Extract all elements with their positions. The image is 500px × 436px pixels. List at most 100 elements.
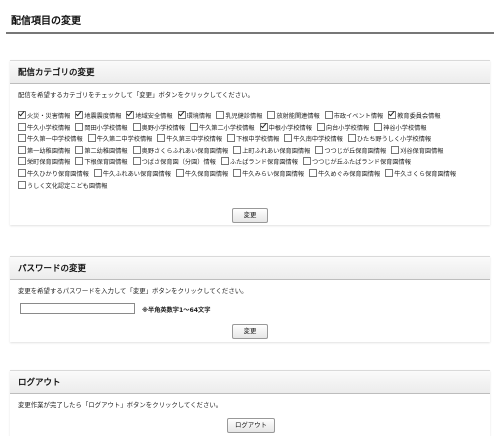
checkbox[interactable] bbox=[18, 111, 26, 119]
category-checkbox-item[interactable]: 環境情報 bbox=[177, 111, 211, 123]
category-section-header: 配信カテゴリの変更 bbox=[10, 60, 490, 84]
checkbox[interactable] bbox=[93, 168, 102, 177]
category-checkbox-item[interactable]: 向台小学校情報 bbox=[316, 122, 369, 135]
checkbox[interactable] bbox=[18, 168, 26, 177]
checkbox[interactable] bbox=[75, 157, 84, 166]
checkbox-label: 牛久第二中学校情報 bbox=[96, 136, 153, 144]
checkbox-label: 牛久さくら保育園情報 bbox=[394, 170, 457, 178]
category-checkbox-item[interactable]: 火災・災害情報 bbox=[18, 111, 70, 123]
checkbox[interactable] bbox=[177, 111, 186, 119]
checkbox[interactable] bbox=[132, 122, 141, 131]
checkbox[interactable] bbox=[347, 134, 356, 143]
checkbox-label: 地域安全情報 bbox=[135, 113, 173, 120]
category-checkbox-item[interactable]: 放射能関連情報 bbox=[267, 111, 320, 123]
category-checkbox-item[interactable]: ふたばランド保育園情報 bbox=[220, 157, 298, 169]
checkbox[interactable] bbox=[87, 134, 96, 143]
checkbox[interactable] bbox=[132, 145, 141, 154]
checkbox[interactable] bbox=[220, 157, 229, 166]
category-checkbox-item[interactable]: 奥野小学校情報 bbox=[132, 122, 185, 135]
checkbox-label: 牛久保育園情報 bbox=[184, 170, 229, 178]
category-checkbox-item[interactable]: 乳児健診情報 bbox=[216, 111, 262, 123]
checkbox[interactable] bbox=[75, 122, 84, 131]
category-checkbox-item[interactable]: 第二幼稚園情報 bbox=[75, 145, 128, 158]
password-section-header: パスワードの変更 bbox=[10, 256, 490, 280]
category-description: 配信を希望するカテゴリをチェックして「変更」ボタンをクリックしてください。 bbox=[18, 91, 254, 99]
checkbox[interactable] bbox=[18, 122, 26, 131]
logout-section: ログアウト 変更作業が完了したら「ログアウト」ボタンをクリックしてください。 ロ… bbox=[10, 370, 490, 436]
category-checkbox-list: 火災・災害情報 地震震度情報 地域安全情報 環境情報 乳児健診情報 放射能関連情報 市政イベ… bbox=[18, 111, 476, 192]
checkbox[interactable] bbox=[233, 145, 242, 154]
password-section: パスワードの変更 変更を希望するパスワードを入力して「変更」ボタンをクリックして… bbox=[10, 256, 490, 342]
checkbox[interactable] bbox=[189, 122, 198, 131]
category-checkbox-item[interactable]: 神谷小学校情報 bbox=[374, 122, 427, 135]
checkbox-label: 奥野さくらふれあい保育園情報 bbox=[141, 147, 229, 155]
checkbox[interactable] bbox=[227, 134, 236, 143]
checkbox[interactable] bbox=[388, 111, 397, 119]
checkbox[interactable] bbox=[175, 168, 184, 177]
checkbox[interactable] bbox=[315, 145, 324, 154]
category-checkbox-item[interactable]: 下根中学校情報 bbox=[227, 134, 279, 146]
category-checkbox-item[interactable]: 牛久みらい保育園情報 bbox=[233, 168, 304, 181]
category-checkbox-item[interactable]: 牛久めぐみ保育園情報 bbox=[309, 168, 380, 181]
checkbox[interactable] bbox=[302, 157, 311, 166]
checkbox-label: つつじが丘ふたばランド保育園情報 bbox=[311, 159, 411, 167]
checkbox[interactable] bbox=[374, 122, 383, 131]
category-checkbox-item[interactable]: 上町ふれあい保育園情報 bbox=[233, 145, 310, 158]
password-input[interactable] bbox=[20, 303, 135, 314]
checkbox[interactable] bbox=[18, 157, 26, 166]
category-checkbox-item[interactable]: つつじが丘保育園情報 bbox=[315, 145, 386, 158]
category-checkbox-item[interactable]: つばさ保育園（分園）情報 bbox=[132, 157, 216, 169]
category-checkbox-item[interactable]: 中根小学校情報 bbox=[259, 122, 312, 135]
checkbox-label: 乳児健診情報 bbox=[225, 113, 263, 120]
category-change-button[interactable]: 変更 bbox=[232, 208, 268, 223]
checkbox[interactable] bbox=[75, 111, 84, 119]
category-checkbox-item[interactable]: 下根保育園情報 bbox=[75, 157, 128, 169]
category-checkbox-item[interactable]: つつじが丘ふたばランド保育園情報 bbox=[302, 157, 411, 169]
checkbox-label: 栄町保育園情報 bbox=[27, 159, 71, 167]
checkbox[interactable] bbox=[309, 168, 318, 177]
checkbox[interactable] bbox=[324, 111, 333, 119]
checkbox[interactable] bbox=[267, 111, 276, 119]
category-checkbox-item[interactable]: 牛久小学校情報 bbox=[18, 122, 70, 135]
password-change-button[interactable]: 変更 bbox=[232, 324, 268, 339]
category-checkbox-item[interactable]: 牛久さくら保育園情報 bbox=[385, 168, 457, 181]
category-checkbox-item[interactable]: 牛久第三中学校情報 bbox=[157, 134, 222, 146]
checkbox-label: 牛久第二小学校情報 bbox=[198, 124, 255, 132]
category-checkbox-item[interactable]: 第一幼稚園情報 bbox=[18, 145, 70, 158]
checkbox[interactable] bbox=[284, 134, 293, 143]
checkbox[interactable] bbox=[18, 134, 26, 143]
checkbox[interactable] bbox=[259, 122, 268, 131]
checkbox[interactable] bbox=[157, 134, 166, 143]
checkbox[interactable] bbox=[385, 168, 394, 177]
category-checkbox-item[interactable]: 牛久第一中学校情報 bbox=[18, 134, 83, 146]
category-checkbox-item[interactable]: 地域安全情報 bbox=[126, 111, 173, 123]
category-checkbox-item[interactable]: 牛久南中学校情報 bbox=[284, 134, 343, 146]
category-checkbox-item[interactable]: 教育委員会情報 bbox=[388, 111, 441, 123]
checkbox[interactable] bbox=[18, 180, 26, 189]
category-checkbox-item[interactable]: 牛久第二小学校情報 bbox=[189, 122, 255, 135]
checkbox[interactable] bbox=[75, 145, 84, 154]
category-checkbox-item[interactable]: 牛久保育園情報 bbox=[175, 168, 229, 181]
checkbox[interactable] bbox=[18, 145, 26, 154]
category-checkbox-item[interactable]: 栄町保育園情報 bbox=[18, 157, 70, 169]
category-checkbox-item[interactable]: 牛久第二中学校情報 bbox=[87, 134, 153, 146]
category-checkbox-item[interactable]: 岡田小学校情報 bbox=[75, 122, 128, 135]
checkbox[interactable] bbox=[391, 145, 400, 154]
checkbox-label: 牛久ふれあい保育園情報 bbox=[102, 170, 171, 178]
category-checkbox-item[interactable]: 市政イベント情報 bbox=[324, 111, 383, 123]
checkbox[interactable] bbox=[216, 111, 225, 119]
category-checkbox-item[interactable]: 牛久ひかり保育園情報 bbox=[18, 168, 89, 181]
checkbox[interactable] bbox=[126, 111, 135, 119]
checkbox[interactable] bbox=[233, 168, 242, 177]
checkbox[interactable] bbox=[132, 157, 141, 166]
checkbox[interactable] bbox=[316, 122, 325, 131]
category-checkbox-item[interactable]: 牛久ふれあい保育園情報 bbox=[93, 168, 171, 181]
category-checkbox-item[interactable]: 刈谷保育園情報 bbox=[391, 145, 444, 158]
checkbox-label: 牛久ひかり保育園情報 bbox=[27, 170, 89, 178]
logout-button[interactable]: ログアウト bbox=[227, 418, 275, 433]
category-checkbox-item[interactable]: 奥野さくらふれあい保育園情報 bbox=[132, 145, 229, 158]
category-checkbox-item[interactable]: ひたち野うしく小学校情報 bbox=[347, 134, 431, 146]
password-section-title: パスワードの変更 bbox=[18, 264, 87, 274]
category-checkbox-item[interactable]: うしく文化認定こども園情報 bbox=[18, 180, 107, 193]
category-checkbox-item[interactable]: 地震震度情報 bbox=[75, 111, 121, 123]
